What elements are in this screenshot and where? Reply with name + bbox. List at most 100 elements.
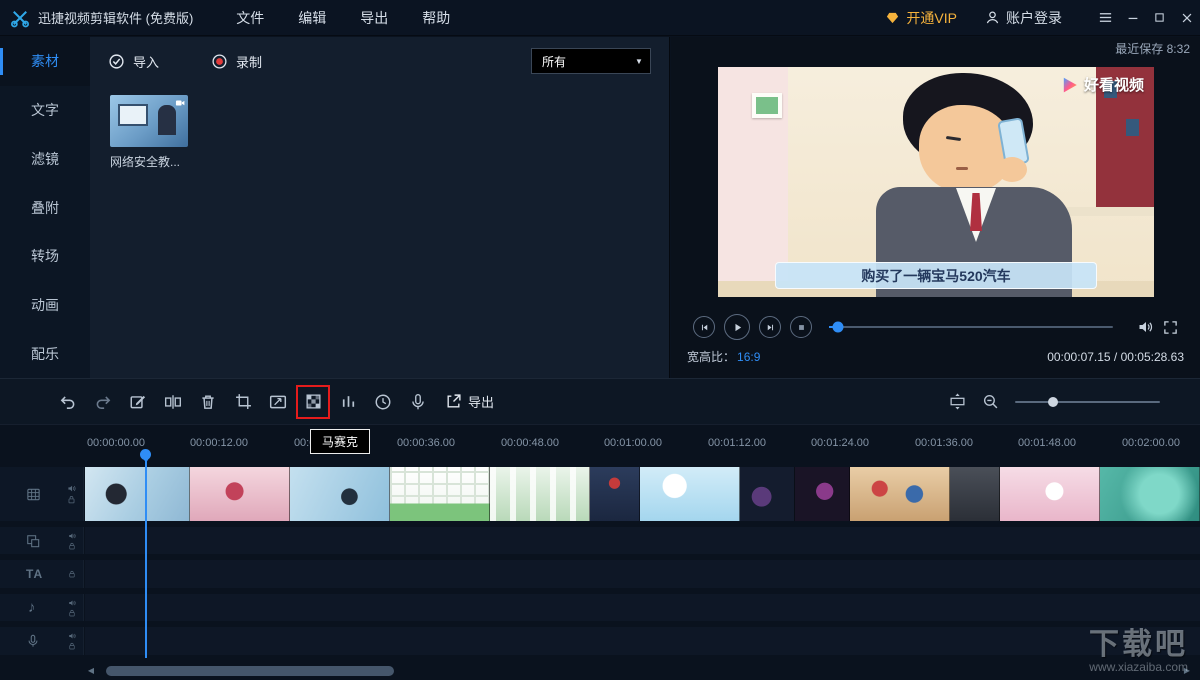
sidebar-item-text[interactable]: 文字: [0, 86, 90, 135]
pip-track-header: [0, 527, 84, 554]
aspect-ratio-value[interactable]: 16:9: [737, 350, 760, 364]
music-track-lane[interactable]: [85, 594, 1200, 621]
scroll-left-arrow[interactable]: ◀: [84, 666, 98, 675]
lock-track-icon[interactable]: [68, 570, 76, 578]
sidebar-item-transition[interactable]: 转场: [0, 232, 90, 281]
next-frame-button[interactable]: [759, 316, 781, 338]
music-track-header: ♪: [0, 594, 84, 621]
pip-track-icon: [26, 534, 40, 548]
redo-button[interactable]: [91, 390, 115, 414]
playhead-handle[interactable]: [140, 449, 151, 463]
voiceover-button[interactable]: [406, 390, 430, 414]
zoom-slider-handle[interactable]: [1047, 396, 1058, 407]
track-height-icon[interactable]: [949, 393, 966, 410]
cartoon-man-hand: [997, 157, 1027, 182]
sidebar-item-media[interactable]: 素材: [0, 37, 90, 86]
fullscreen-icon[interactable]: [1163, 320, 1178, 335]
sidebar-item-animation[interactable]: 动画: [0, 281, 90, 330]
clip-thumbnail[interactable]: [290, 467, 390, 521]
maximize-button[interactable]: [1146, 0, 1173, 36]
clip-thumbnail[interactable]: [590, 467, 640, 521]
sidebar-item-music[interactable]: 配乐: [0, 329, 90, 378]
crop-button[interactable]: [231, 390, 255, 414]
edit-icon: [129, 393, 147, 411]
sidebar-item-overlay[interactable]: 叠附: [0, 183, 90, 232]
mute-track-icon[interactable]: [68, 599, 76, 607]
voice-track-lane[interactable]: [85, 627, 1200, 655]
lock-track-icon[interactable]: [68, 642, 76, 650]
clip-thumbnail[interactable]: [390, 467, 490, 521]
sidebar-item-filter[interactable]: 滤镜: [0, 134, 90, 183]
import-button[interactable]: 导入: [108, 52, 159, 71]
hamburger-menu-button[interactable]: [1092, 0, 1119, 36]
duration-button[interactable]: [371, 390, 395, 414]
clip-thumbnail[interactable]: [190, 467, 290, 521]
clip-thumbnail[interactable]: [640, 467, 740, 521]
account-login-button[interactable]: 账户登录: [985, 8, 1062, 28]
redo-icon: [94, 393, 112, 411]
app-title: 迅捷视频剪辑软件 (免费版): [38, 11, 194, 26]
stop-button[interactable]: [790, 316, 812, 338]
timeline-zoom-controls: [949, 393, 1200, 410]
vip-button[interactable]: 开通VIP: [885, 8, 957, 28]
progress-handle[interactable]: [832, 321, 844, 333]
lock-track-icon[interactable]: [68, 609, 76, 617]
mosaic-button[interactable]: [296, 384, 330, 419]
timeline-zoom-slider[interactable]: [1015, 396, 1160, 407]
mute-track-icon[interactable]: [68, 532, 76, 540]
menu-file[interactable]: 文件: [219, 0, 281, 36]
mute-track-icon[interactable]: [68, 632, 76, 640]
playhead-line[interactable]: [145, 452, 147, 658]
clip-thumbnail[interactable]: [950, 467, 1000, 521]
scrollbar-track[interactable]: [98, 665, 1180, 676]
scroll-right-arrow[interactable]: ▶: [1180, 666, 1194, 675]
pip-track-lane[interactable]: [85, 527, 1200, 554]
media-filter-dropdown[interactable]: 所有 ▼: [531, 48, 651, 74]
text-track-lane[interactable]: [85, 560, 1200, 588]
adjust-button[interactable]: [336, 390, 360, 414]
preview-panel: 好看视频 购买了一辆宝马520汽车 宽高比： 16:9 00:00:07.15 …: [671, 37, 1200, 378]
edit-clip-button[interactable]: [126, 390, 150, 414]
menu-export[interactable]: 导出: [343, 0, 405, 36]
scrollbar-thumb[interactable]: [106, 665, 394, 676]
split-button[interactable]: [161, 390, 185, 414]
cartoon-picture-frame: [752, 93, 782, 118]
timeline-ruler[interactable]: 00:00:00.00 00:00:12.00 00:00:24.00 00:0…: [0, 426, 1200, 460]
minimize-icon: [1126, 11, 1140, 25]
vip-diamond-icon: [885, 10, 900, 25]
thumbnail-screen-shape: [118, 104, 148, 126]
recent-save-status: 最近保存 8:32: [1115, 42, 1190, 56]
close-button[interactable]: [1173, 0, 1200, 36]
export-button[interactable]: 导出: [445, 392, 494, 411]
mute-track-icon[interactable]: [67, 484, 76, 493]
video-preview[interactable]: 好看视频 购买了一辆宝马520汽车: [718, 67, 1154, 297]
delete-button[interactable]: [196, 390, 220, 414]
menu-edit[interactable]: 编辑: [281, 0, 343, 36]
canvas-size-button[interactable]: [266, 390, 290, 414]
preview-info-row: 宽高比： 16:9 00:00:07.15 / 00:05:28.63: [671, 348, 1200, 365]
clip-thumbnail[interactable]: [740, 467, 795, 521]
volume-icon[interactable]: [1137, 319, 1153, 335]
record-button[interactable]: 录制: [211, 52, 262, 71]
previous-frame-button[interactable]: [693, 316, 715, 338]
clip-thumbnail[interactable]: [795, 467, 850, 521]
clip-thumbnail[interactable]: [1100, 467, 1200, 521]
media-thumbnail[interactable]: [110, 95, 188, 147]
clip-thumbnail[interactable]: [1000, 467, 1100, 521]
clip-thumbnail[interactable]: [490, 467, 590, 521]
play-button[interactable]: [724, 314, 750, 340]
media-item[interactable]: 网络安全教...: [110, 95, 196, 170]
import-label: 导入: [133, 54, 160, 70]
lock-track-icon[interactable]: [67, 495, 76, 504]
minimize-button[interactable]: [1119, 0, 1146, 36]
menu-help[interactable]: 帮助: [405, 0, 467, 36]
clip-thumbnail[interactable]: [850, 467, 950, 521]
clip-thumbnail[interactable]: [85, 467, 190, 521]
playback-progress-slider[interactable]: [829, 321, 1113, 333]
ruler-tick-label: 00:01:00.00: [603, 437, 663, 449]
microphone-icon: [409, 393, 427, 411]
lock-track-icon[interactable]: [68, 542, 76, 550]
zoom-out-icon[interactable]: [982, 393, 999, 410]
video-clip-filmstrip[interactable]: [85, 467, 1200, 521]
undo-button[interactable]: [56, 390, 80, 414]
